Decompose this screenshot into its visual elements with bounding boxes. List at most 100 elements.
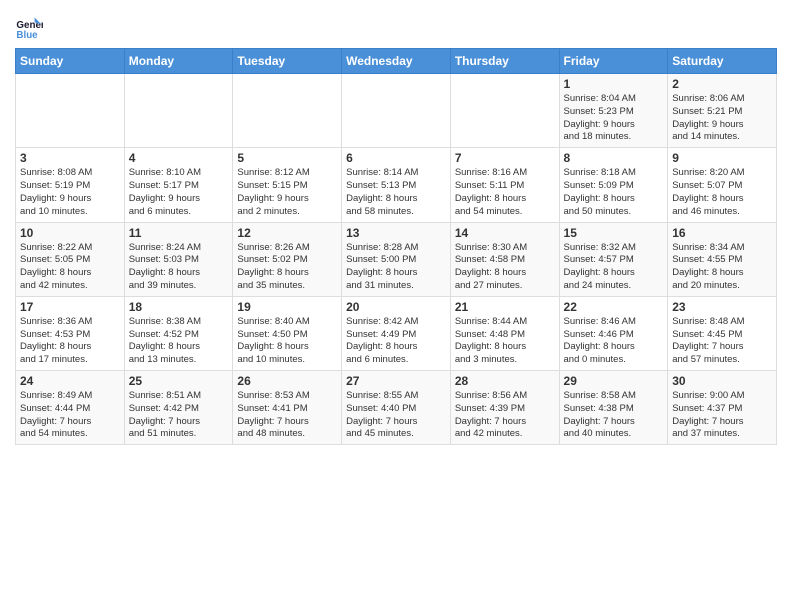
logo: General Blue (15, 14, 47, 42)
day-info: Sunrise: 8:14 AM Sunset: 5:13 PM Dayligh… (346, 167, 446, 218)
day-info: Sunrise: 8:53 AM Sunset: 4:41 PM Dayligh… (237, 390, 337, 441)
day-cell: 5 Sunrise: 8:12 AM Sunset: 5:15 PM Daylig… (233, 148, 342, 222)
day-number: 20 (346, 300, 446, 314)
day-info: Sunrise: 8:12 AM Sunset: 5:15 PM Dayligh… (237, 167, 337, 218)
day-cell: 8 Sunrise: 8:18 AM Sunset: 5:09 PM Daylig… (559, 148, 668, 222)
day-cell: 26 Sunrise: 8:53 AM Sunset: 4:41 PM Dayli… (233, 371, 342, 445)
day-number: 11 (129, 226, 229, 240)
day-number: 21 (455, 300, 555, 314)
day-number: 29 (564, 374, 664, 388)
day-info: Sunrise: 8:18 AM Sunset: 5:09 PM Dayligh… (564, 167, 664, 218)
day-cell: 19Sunrise: 8:40 AM Sunset: 4:50 PM Dayli… (233, 296, 342, 370)
day-cell: 25 Sunrise: 8:51 AM Sunset: 4:42 PM Dayli… (124, 371, 233, 445)
day-info: Sunrise: 8:26 AM Sunset: 5:02 PM Dayligh… (237, 242, 337, 293)
col-header-sunday: Sunday (16, 49, 125, 74)
header-row: SundayMondayTuesdayWednesdayThursdayFrid… (16, 49, 777, 74)
day-number: 6 (346, 151, 446, 165)
day-info: Sunrise: 8:46 AM Sunset: 4:46 PM Dayligh… (564, 316, 664, 367)
col-header-wednesday: Wednesday (342, 49, 451, 74)
day-number: 9 (672, 151, 772, 165)
day-number: 18 (129, 300, 229, 314)
day-cell: 29 Sunrise: 8:58 AM Sunset: 4:38 PM Dayli… (559, 371, 668, 445)
day-info: Sunrise: 8:22 AM Sunset: 5:05 PM Dayligh… (20, 242, 120, 293)
col-header-thursday: Thursday (450, 49, 559, 74)
day-cell: 12 Sunrise: 8:26 AM Sunset: 5:02 PM Dayli… (233, 222, 342, 296)
col-header-friday: Friday (559, 49, 668, 74)
col-header-saturday: Saturday (668, 49, 777, 74)
day-number: 26 (237, 374, 337, 388)
day-number: 4 (129, 151, 229, 165)
day-number: 19 (237, 300, 337, 314)
day-cell: 6 Sunrise: 8:14 AM Sunset: 5:13 PM Daylig… (342, 148, 451, 222)
day-info: Sunrise: 8:49 AM Sunset: 4:44 PM Dayligh… (20, 390, 120, 441)
day-info: Sunrise: 8:20 AM Sunset: 5:07 PM Dayligh… (672, 167, 772, 218)
day-info: Sunrise: 8:04 AM Sunset: 5:23 PM Dayligh… (564, 93, 664, 144)
day-cell (342, 74, 451, 148)
day-cell: 2Sunrise: 8:06 AM Sunset: 5:21 PM Daylig… (668, 74, 777, 148)
day-info: Sunrise: 8:32 AM Sunset: 4:57 PM Dayligh… (564, 242, 664, 293)
day-number: 25 (129, 374, 229, 388)
calendar-container: General Blue SundayMondayTuesdayWednesda… (0, 0, 792, 455)
header: General Blue (15, 10, 777, 42)
day-cell: 27 Sunrise: 8:55 AM Sunset: 4:40 PM Dayli… (342, 371, 451, 445)
day-cell: 3 Sunrise: 8:08 AM Sunset: 5:19 PM Daylig… (16, 148, 125, 222)
day-number: 8 (564, 151, 664, 165)
day-info: Sunrise: 8:51 AM Sunset: 4:42 PM Dayligh… (129, 390, 229, 441)
day-cell: 20 Sunrise: 8:42 AM Sunset: 4:49 PM Dayli… (342, 296, 451, 370)
day-info: Sunrise: 8:58 AM Sunset: 4:38 PM Dayligh… (564, 390, 664, 441)
day-cell (233, 74, 342, 148)
day-cell: 22 Sunrise: 8:46 AM Sunset: 4:46 PM Dayli… (559, 296, 668, 370)
day-info: Sunrise: 8:38 AM Sunset: 4:52 PM Dayligh… (129, 316, 229, 367)
day-number: 17 (20, 300, 120, 314)
day-info: Sunrise: 8:06 AM Sunset: 5:21 PM Dayligh… (672, 93, 772, 144)
day-cell: 17Sunrise: 8:36 AM Sunset: 4:53 PM Dayli… (16, 296, 125, 370)
week-row-4: 17Sunrise: 8:36 AM Sunset: 4:53 PM Dayli… (16, 296, 777, 370)
day-number: 14 (455, 226, 555, 240)
col-header-monday: Monday (124, 49, 233, 74)
day-number: 22 (564, 300, 664, 314)
day-info: Sunrise: 8:48 AM Sunset: 4:45 PM Dayligh… (672, 316, 772, 367)
day-cell: 18 Sunrise: 8:38 AM Sunset: 4:52 PM Dayli… (124, 296, 233, 370)
day-info: Sunrise: 8:24 AM Sunset: 5:03 PM Dayligh… (129, 242, 229, 293)
day-cell: 15 Sunrise: 8:32 AM Sunset: 4:57 PM Dayli… (559, 222, 668, 296)
day-number: 15 (564, 226, 664, 240)
day-number: 10 (20, 226, 120, 240)
day-cell: 23Sunrise: 8:48 AM Sunset: 4:45 PM Dayli… (668, 296, 777, 370)
day-cell: 10 Sunrise: 8:22 AM Sunset: 5:05 PM Dayli… (16, 222, 125, 296)
day-info: Sunrise: 9:00 AM Sunset: 4:37 PM Dayligh… (672, 390, 772, 441)
day-cell: 1 Sunrise: 8:04 AM Sunset: 5:23 PM Daylig… (559, 74, 668, 148)
week-row-5: 24Sunrise: 8:49 AM Sunset: 4:44 PM Dayli… (16, 371, 777, 445)
day-number: 7 (455, 151, 555, 165)
day-info: Sunrise: 8:28 AM Sunset: 5:00 PM Dayligh… (346, 242, 446, 293)
day-number: 27 (346, 374, 446, 388)
day-info: Sunrise: 8:10 AM Sunset: 5:17 PM Dayligh… (129, 167, 229, 218)
day-info: Sunrise: 8:44 AM Sunset: 4:48 PM Dayligh… (455, 316, 555, 367)
day-number: 12 (237, 226, 337, 240)
day-cell: 16 Sunrise: 8:34 AM Sunset: 4:55 PM Dayli… (668, 222, 777, 296)
day-number: 13 (346, 226, 446, 240)
day-info: Sunrise: 8:08 AM Sunset: 5:19 PM Dayligh… (20, 167, 120, 218)
day-info: Sunrise: 8:55 AM Sunset: 4:40 PM Dayligh… (346, 390, 446, 441)
col-header-tuesday: Tuesday (233, 49, 342, 74)
day-cell: 28 Sunrise: 8:56 AM Sunset: 4:39 PM Dayli… (450, 371, 559, 445)
day-cell: 9 Sunrise: 8:20 AM Sunset: 5:07 PM Daylig… (668, 148, 777, 222)
logo-icon: General Blue (15, 14, 43, 42)
day-number: 28 (455, 374, 555, 388)
day-cell: 30 Sunrise: 9:00 AM Sunset: 4:37 PM Dayli… (668, 371, 777, 445)
day-info: Sunrise: 8:34 AM Sunset: 4:55 PM Dayligh… (672, 242, 772, 293)
day-info: Sunrise: 8:56 AM Sunset: 4:39 PM Dayligh… (455, 390, 555, 441)
day-cell (124, 74, 233, 148)
week-row-3: 10 Sunrise: 8:22 AM Sunset: 5:05 PM Dayli… (16, 222, 777, 296)
day-cell (16, 74, 125, 148)
day-number: 16 (672, 226, 772, 240)
week-row-2: 3 Sunrise: 8:08 AM Sunset: 5:19 PM Daylig… (16, 148, 777, 222)
day-number: 3 (20, 151, 120, 165)
day-number: 5 (237, 151, 337, 165)
day-cell: 14Sunrise: 8:30 AM Sunset: 4:58 PM Dayli… (450, 222, 559, 296)
day-number: 30 (672, 374, 772, 388)
day-cell: 21 Sunrise: 8:44 AM Sunset: 4:48 PM Dayli… (450, 296, 559, 370)
day-number: 1 (564, 77, 664, 91)
day-cell: 7Sunrise: 8:16 AM Sunset: 5:11 PM Daylig… (450, 148, 559, 222)
day-cell: 24Sunrise: 8:49 AM Sunset: 4:44 PM Dayli… (16, 371, 125, 445)
day-info: Sunrise: 8:42 AM Sunset: 4:49 PM Dayligh… (346, 316, 446, 367)
